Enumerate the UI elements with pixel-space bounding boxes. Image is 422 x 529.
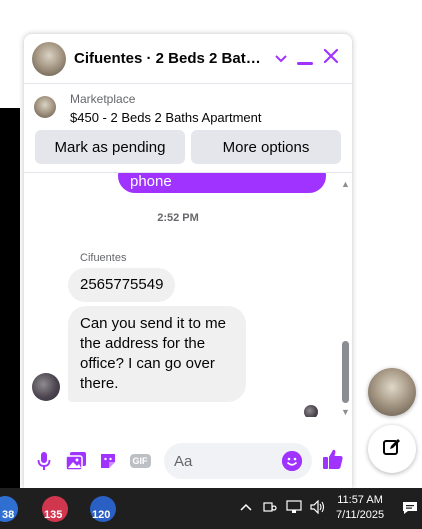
message-list[interactable]: phone 2:52 PM Cifuentes 2565775549 Can y… — [24, 173, 352, 417]
compose-icon — [382, 437, 402, 462]
scrollbar[interactable]: ▲ ▼ — [340, 179, 350, 417]
chat-head-avatar[interactable] — [368, 368, 416, 416]
system-clock[interactable]: 11:57 AM 7/11/2025 — [336, 493, 384, 523]
notification-icon[interactable] — [402, 500, 418, 521]
close-icon[interactable] — [323, 47, 339, 70]
marketplace-label: Marketplace — [70, 92, 136, 106]
received-message-phone: 2565775549 — [68, 268, 176, 302]
thumbs-up-icon[interactable] — [322, 448, 344, 475]
volume-icon[interactable] — [310, 499, 326, 517]
read-receipt-avatar — [304, 405, 318, 417]
tray-chevron-up-icon[interactable] — [240, 500, 252, 515]
taskbar-badge-3: 120 — [92, 509, 111, 521]
scroll-down-icon[interactable]: ▼ — [341, 407, 350, 417]
message-input[interactable] — [174, 452, 264, 470]
taskbar-badge-2: 135 — [44, 509, 63, 521]
tray-device-icon[interactable] — [263, 500, 277, 517]
mark-pending-button[interactable]: Mark as pending — [35, 130, 185, 164]
chat-header[interactable]: Cifuentes · 2 Beds 2 Baths ... — [24, 34, 352, 84]
listing-title[interactable]: $450 - 2 Beds 2 Baths Apartment — [70, 110, 262, 125]
clock-time: 11:57 AM — [337, 494, 383, 506]
chat-title[interactable]: Cifuentes · 2 Beds 2 Baths ... — [74, 50, 269, 67]
clock-date: 7/11/2025 — [336, 509, 385, 521]
minimize-icon[interactable] — [297, 46, 313, 72]
taskbar: 38 135 120 11:57 AM 7/11/2025 — [0, 488, 422, 529]
network-icon[interactable] — [286, 500, 302, 517]
sender-name: Cifuentes — [80, 252, 127, 264]
new-message-button[interactable] — [368, 425, 416, 473]
scroll-up-icon[interactable]: ▲ — [341, 179, 350, 189]
message-composer: GIF — [24, 434, 352, 488]
sent-message-bubble: phone — [118, 173, 326, 193]
marketplace-listing[interactable]: Marketplace $450 - 2 Beds 2 Baths Apartm… — [24, 84, 352, 128]
image-icon[interactable] — [64, 449, 88, 473]
gif-icon[interactable]: GIF — [128, 449, 152, 473]
contact-avatar[interactable] — [32, 41, 66, 76]
chevron-down-icon[interactable] — [275, 51, 287, 66]
emoji-icon[interactable] — [282, 451, 302, 471]
message-timestamp: 2:52 PM — [157, 212, 199, 224]
sent-message-text: phone — [130, 173, 172, 190]
scroll-thumb[interactable] — [342, 341, 349, 403]
sticker-icon[interactable] — [96, 449, 120, 473]
received-message-address: Can you send it to me the address for th… — [68, 306, 246, 402]
taskbar-badge-1: 38 — [2, 509, 15, 521]
more-options-button[interactable]: More options — [191, 130, 341, 164]
message-input-container[interactable] — [164, 443, 312, 479]
sender-avatar[interactable] — [32, 373, 60, 401]
microphone-icon[interactable] — [32, 449, 56, 473]
background-window — [0, 108, 20, 488]
chat-window: Cifuentes · 2 Beds 2 Baths ... Marketpla… — [24, 34, 352, 488]
listing-thumbnail — [34, 96, 56, 118]
